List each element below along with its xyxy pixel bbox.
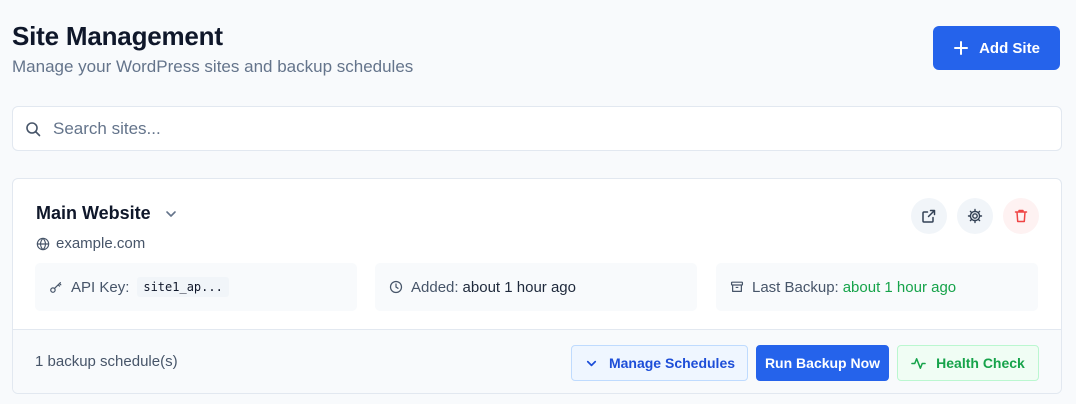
site-card: Main Website example.com API Key: site1_	[12, 178, 1062, 394]
site-name: Main Website	[36, 203, 151, 223]
clock-icon	[389, 280, 403, 294]
site-url-text: example.com	[56, 235, 146, 252]
run-backup-button[interactable]: Run Backup Now	[756, 345, 889, 381]
open-site-button[interactable]	[911, 198, 947, 234]
globe-icon	[36, 237, 50, 250]
site-url: example.com	[36, 235, 145, 252]
gear-icon	[967, 208, 983, 224]
api-key-label: API Key:	[71, 278, 130, 296]
last-backup-value: about 1 hour ago	[842, 278, 957, 296]
manage-schedules-button[interactable]: Manage Schedules	[571, 345, 748, 381]
archive-icon	[730, 281, 744, 292]
add-site-label: Add Site	[979, 39, 1040, 57]
page-header: Site Management Manage your WordPress si…	[12, 20, 413, 78]
chevron-down-icon[interactable]	[163, 206, 179, 222]
health-check-button[interactable]: Health Check	[897, 345, 1039, 381]
schedule-count: 1 backup schedule(s)	[35, 353, 178, 370]
added-info: Added: about 1 hour ago	[375, 263, 697, 311]
run-backup-label: Run Backup Now	[764, 355, 881, 371]
search-icon	[26, 121, 41, 136]
chevron-down-icon	[586, 360, 597, 366]
search-input[interactable]	[53, 118, 953, 139]
add-site-button[interactable]: Add Site	[933, 26, 1060, 70]
added-value: about 1 hour ago	[462, 278, 576, 296]
trash-icon	[1014, 209, 1028, 223]
added-label: Added:	[411, 278, 459, 296]
delete-site-button[interactable]	[1003, 198, 1039, 234]
page-subtitle: Manage your WordPress sites and backup s…	[12, 57, 414, 76]
api-key-value: site1_ap...	[137, 277, 229, 297]
external-link-icon	[922, 209, 936, 223]
plus-icon	[954, 41, 969, 55]
last-backup-label: Last Backup:	[752, 278, 839, 296]
page-title: Site Management	[12, 21, 223, 51]
site-name-row[interactable]: Main Website	[36, 203, 179, 224]
search-bar[interactable]	[12, 106, 1062, 151]
last-backup-info: Last Backup: about 1 hour ago	[716, 263, 1038, 311]
manage-schedules-label: Manage Schedules	[608, 355, 736, 371]
health-check-label: Health Check	[936, 355, 1025, 371]
api-key-info: API Key: site1_ap...	[35, 263, 357, 311]
site-settings-button[interactable]	[957, 198, 993, 234]
card-footer: 1 backup schedule(s) Manage Schedules Ru…	[13, 329, 1061, 393]
key-icon	[50, 282, 62, 293]
activity-icon	[911, 357, 926, 369]
